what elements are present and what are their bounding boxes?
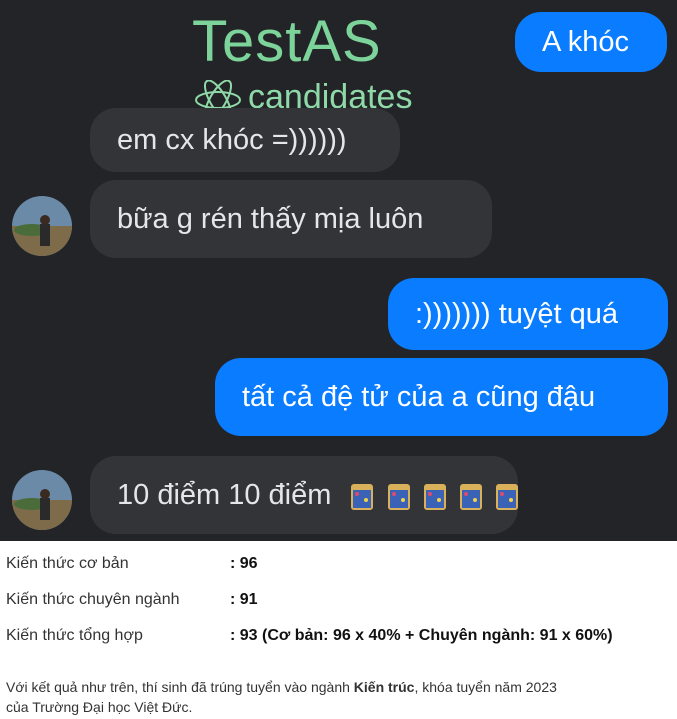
note-prefix: Với kết quả như trên, thí sinh đã trúng … [6, 679, 354, 695]
contact-avatar[interactable] [12, 196, 72, 256]
result-value: : 91 [230, 591, 258, 608]
message-text: em cx khóc =)))))) [117, 124, 347, 156]
result-label: Kiến thức tổng hợp [6, 627, 143, 644]
avatar-photo-icon [12, 196, 72, 256]
party-emoji-icon [423, 484, 446, 511]
message-bubble-incoming[interactable]: em cx khóc =)))))) [90, 108, 400, 172]
avatar-photo-icon [12, 470, 72, 530]
exam-result-document: Kiến thức cơ bản : 96 Kiến thức chuyên n… [0, 541, 677, 719]
admission-note: Với kết quả như trên, thí sinh đã trúng … [6, 677, 674, 717]
celebration-emoji-icons [347, 479, 519, 511]
message-bubble-outgoing[interactable]: A khóc [515, 12, 667, 72]
message-bubble-incoming[interactable]: 10 điểm 10 điểm [90, 456, 518, 534]
chat-screenshot: TestAS candidates A khóc em cx khóc =)))… [0, 0, 677, 541]
message-text: 10 điểm 10 điểm [117, 479, 332, 511]
message-text: bữa g rén thấy mịa luôn [117, 203, 424, 235]
note-major: Kiến trúc [353, 679, 415, 695]
note-line-2: của Trường Đại học Việt Đức. [6, 699, 193, 715]
party-emoji-icon [459, 484, 482, 511]
message-bubble-outgoing[interactable]: :))))))) tuyệt quá [388, 278, 668, 350]
message-text: :))))))) tuyệt quá [415, 298, 619, 330]
message-text: tất cả đệ tử của a cũng đậu [242, 381, 596, 413]
result-value: : 96 [230, 555, 258, 572]
testas-watermark: TestAS candidates [188, 8, 488, 120]
party-emoji-icon [495, 484, 518, 511]
watermark-title: TestAS [192, 9, 382, 74]
party-emoji-icon [351, 484, 374, 511]
note-suffix: , khóa tuyển năm 2023 [414, 679, 557, 695]
contact-avatar[interactable] [12, 470, 72, 530]
message-bubble-outgoing[interactable]: tất cả đệ tử của a cũng đậu [215, 358, 668, 436]
message-bubble-incoming[interactable]: bữa g rén thấy mịa luôn [90, 180, 492, 258]
party-emoji-icon [387, 484, 410, 511]
result-label: Kiến thức chuyên ngành [6, 591, 180, 608]
result-label: Kiến thức cơ bản [6, 555, 129, 572]
result-value: : 93 (Cơ bản: 96 x 40% + Chuyên ngành: 9… [230, 627, 613, 644]
message-text: A khóc [542, 26, 630, 58]
